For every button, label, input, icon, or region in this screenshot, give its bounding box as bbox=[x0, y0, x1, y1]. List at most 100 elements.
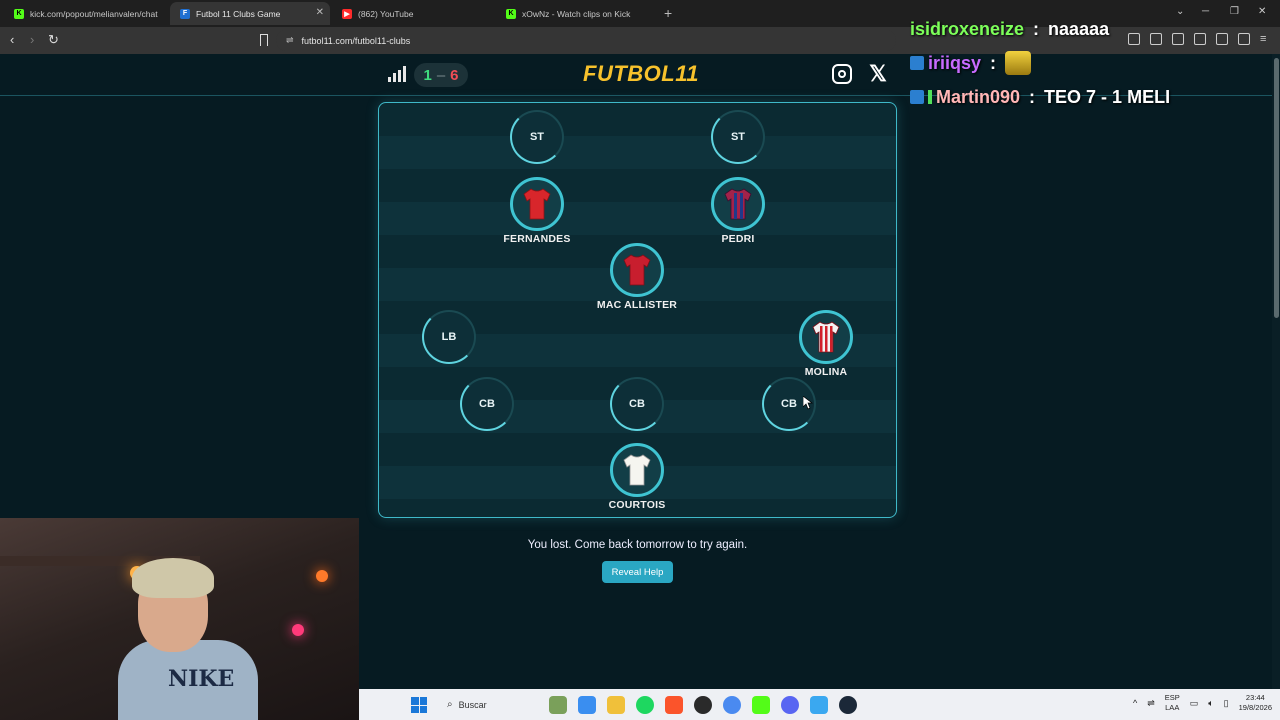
player-name: FERNANDES bbox=[503, 233, 571, 245]
obs-icon[interactable] bbox=[694, 696, 712, 714]
copilot-icon[interactable] bbox=[578, 696, 596, 714]
discord-icon[interactable] bbox=[781, 696, 799, 714]
forward-icon[interactable]: › bbox=[30, 32, 34, 47]
chat-message: Martin090 : TEO 7 - 1 MELI bbox=[910, 80, 1270, 114]
url-text: futbol11.com/futbol11-clubs bbox=[301, 35, 411, 46]
shirt-icon bbox=[812, 321, 840, 353]
monitor-icon[interactable]: ▭ bbox=[1190, 698, 1199, 709]
reload-icon[interactable]: ↻ bbox=[48, 32, 59, 48]
position-label: CB bbox=[479, 398, 495, 410]
position-slot-cb[interactable]: CB bbox=[610, 377, 664, 431]
keyboard-layout: LAA bbox=[1165, 703, 1180, 712]
clock-date: 19/8/2026 bbox=[1238, 703, 1272, 712]
player-slot-pedri[interactable] bbox=[711, 177, 765, 231]
brave-icon[interactable] bbox=[665, 696, 683, 714]
reveal-help-button[interactable]: Reveal Help bbox=[602, 561, 673, 583]
webcam-lamp bbox=[316, 570, 328, 582]
shirt-icon bbox=[523, 188, 551, 220]
instagram-icon[interactable] bbox=[832, 64, 852, 84]
webcam-pink-light bbox=[292, 624, 304, 636]
position-slot-lb[interactable]: LB bbox=[422, 310, 476, 364]
kick-icon: K bbox=[14, 8, 24, 19]
nike-logo: NIKE bbox=[168, 666, 235, 692]
chat-message: isidroxeneize : naaaaa bbox=[910, 12, 1270, 46]
steam-icon[interactable] bbox=[839, 696, 857, 714]
clock-time: 23:44 bbox=[1245, 693, 1265, 702]
spotify-icon[interactable] bbox=[636, 696, 654, 714]
tab-kick-chat[interactable]: K kick.com/popout/melianvalen/chat bbox=[4, 2, 170, 25]
player-name: MOLINA bbox=[804, 366, 848, 378]
close-icon[interactable]: ✕ bbox=[316, 7, 324, 18]
stream-chat-overlay: isidroxeneize : naaaaa iriiqsy : Martin0… bbox=[910, 12, 1270, 114]
futbol11-icon: F bbox=[180, 8, 190, 19]
volume-icon[interactable]: 🔈︎ bbox=[1208, 698, 1213, 709]
player-slot-courtois[interactable] bbox=[610, 443, 664, 497]
position-slot-cb[interactable]: CB bbox=[460, 377, 514, 431]
youtube-icon: ▶ bbox=[342, 8, 352, 19]
streamer-hair bbox=[132, 558, 214, 598]
score-separator: – bbox=[436, 66, 446, 84]
chat-separator: : bbox=[1028, 18, 1045, 39]
shirt-icon bbox=[623, 454, 651, 486]
url-field[interactable]: ⇌ futbol11.com/futbol11-clubs bbox=[276, 30, 896, 51]
chat-separator: : bbox=[1024, 86, 1041, 107]
network-icon[interactable]: ⇌ bbox=[1147, 698, 1155, 709]
player-name: PEDRI bbox=[721, 233, 755, 245]
search-placeholder: Buscar bbox=[458, 699, 487, 710]
chrome-icon[interactable] bbox=[723, 696, 741, 714]
scrollbar[interactable] bbox=[1272, 54, 1280, 720]
new-tab-icon[interactable]: + bbox=[664, 5, 672, 21]
wins-count: 1 bbox=[423, 66, 432, 84]
kick-icon[interactable] bbox=[752, 696, 770, 714]
player-slot-fernandes[interactable] bbox=[510, 177, 564, 231]
player-slot-mac-allister[interactable] bbox=[610, 243, 664, 297]
windows-start-icon[interactable] bbox=[411, 697, 427, 713]
chevron-up-icon[interactable]: ^ bbox=[1133, 698, 1137, 708]
player-slot-molina[interactable] bbox=[799, 310, 853, 364]
tab-title: xOwNz - Watch clips on Kick bbox=[522, 8, 631, 19]
back-icon[interactable]: ‹ bbox=[10, 32, 14, 47]
chat-username: isidroxeneize bbox=[910, 18, 1025, 39]
battery-icon[interactable]: ▯ bbox=[1224, 698, 1229, 709]
kick-icon: K bbox=[506, 8, 516, 19]
tab-title: kick.com/popout/melianvalen/chat bbox=[30, 8, 158, 19]
widgets-icon[interactable] bbox=[549, 696, 567, 714]
site-info-icon[interactable]: ⇌ bbox=[286, 35, 294, 46]
language-indicator[interactable]: ESP LAA bbox=[1165, 693, 1180, 713]
position-slot-st[interactable]: ST bbox=[510, 110, 564, 164]
language-code: ESP bbox=[1164, 693, 1180, 702]
app-icon[interactable] bbox=[810, 696, 828, 714]
search-icon: ⌕ bbox=[447, 699, 453, 710]
player-name: COURTOIS bbox=[608, 499, 666, 511]
webcam-feed: NIKE bbox=[0, 518, 359, 720]
clock[interactable]: 23:44 19/8/2026 bbox=[1239, 693, 1272, 713]
subscriber-badge-icon bbox=[910, 90, 924, 104]
losses-count: 6 bbox=[450, 66, 459, 84]
tab-kick-clips[interactable]: K xOwNz - Watch clips on Kick bbox=[496, 2, 660, 25]
position-slot-st[interactable]: ST bbox=[711, 110, 765, 164]
taskbar-apps bbox=[549, 696, 857, 714]
taskbar-search[interactable]: ⌕ Buscar bbox=[439, 694, 549, 715]
bookmark-icon[interactable] bbox=[260, 34, 268, 46]
position-label: CB bbox=[629, 398, 645, 410]
system-tray: ^ ⇌ ESP LAA ▭ 🔈︎ ▯ 23:44 19/8/2026 bbox=[1133, 693, 1272, 713]
scrollbar-thumb[interactable] bbox=[1274, 58, 1279, 318]
gifter-badge-icon bbox=[928, 90, 932, 104]
chat-text: naaaaa bbox=[1048, 18, 1110, 39]
chat-message: iriiqsy : bbox=[910, 46, 1270, 80]
chat-separator: : bbox=[985, 52, 1002, 73]
mouse-cursor-icon bbox=[803, 396, 813, 410]
tab-futbol11[interactable]: F Futbol 11 Clubs Game ✕ bbox=[170, 2, 330, 25]
screen: K kick.com/popout/melianvalen/chat F Fut… bbox=[0, 0, 1280, 720]
chat-text: TEO 7 - 1 MELI bbox=[1044, 86, 1171, 107]
position-label: ST bbox=[730, 131, 746, 143]
tab-youtube[interactable]: ▶ (862) YouTube bbox=[332, 2, 496, 25]
subscriber-badge-icon bbox=[910, 56, 924, 70]
player-name: MAC ALLISTER bbox=[596, 299, 678, 311]
site-logo[interactable]: FUTBOL11 bbox=[583, 61, 699, 87]
chat-username: iriiqsy bbox=[928, 52, 982, 73]
file-explorer-icon[interactable] bbox=[607, 696, 625, 714]
tab-title: (862) YouTube bbox=[358, 8, 414, 19]
stats-icon[interactable] bbox=[388, 66, 406, 82]
x-twitter-icon[interactable]: 𝕏 bbox=[868, 63, 888, 85]
